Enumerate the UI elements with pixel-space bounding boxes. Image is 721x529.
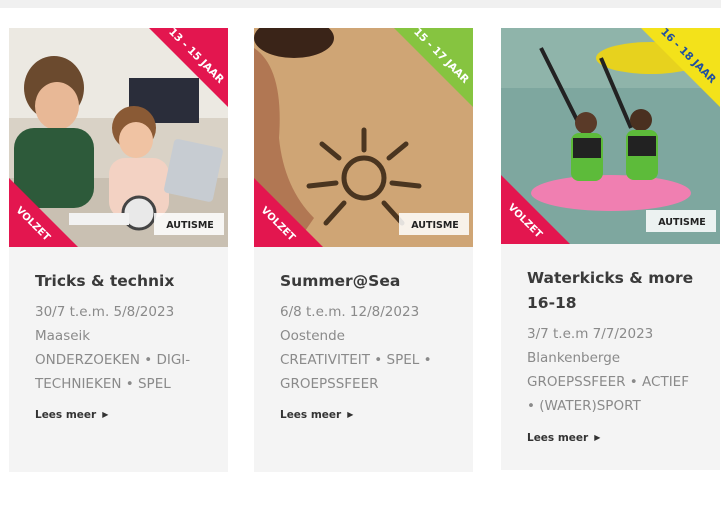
card-date: 3/7 t.e.m 7/7/2023 xyxy=(527,326,654,342)
card-meta: 30/7 t.e.m. 5/8/2023 Maaseik ONDERZOEKEN… xyxy=(35,300,218,396)
chevron-right-icon: ▶ xyxy=(347,410,354,419)
top-divider xyxy=(0,0,721,8)
autism-logo: AUTISME xyxy=(658,217,706,228)
card-tags: CREATIVITEIT • SPEL • xyxy=(280,352,432,368)
card-location: Maaseik xyxy=(35,328,91,344)
card-tags: GROEPSSFEER • ACTIEF xyxy=(527,374,689,390)
read-more-link[interactable]: Lees meer ▶ xyxy=(527,432,600,444)
chevron-right-icon: ▶ xyxy=(594,433,601,442)
read-more-link[interactable]: Lees meer ▶ xyxy=(35,409,108,421)
card-date: 30/7 t.e.m. 5/8/2023 xyxy=(35,304,175,320)
card-meta: 3/7 t.e.m 7/7/2023 Blankenberge GROEPSSF… xyxy=(527,322,710,418)
camp-photo[interactable]: 15 - 17 JAAR VOLZET AUTISME xyxy=(254,28,473,247)
card-tags: TECHNIEKEN • SPEL xyxy=(35,376,171,392)
card-title[interactable]: Waterkicks & more 16-18 xyxy=(527,266,706,316)
read-more-link[interactable]: Lees meer ▶ xyxy=(280,409,353,421)
card-title[interactable]: Tricks & technix xyxy=(35,269,214,294)
camp-photo[interactable]: 16 - 18 JAAR VOLZET AUTISME xyxy=(501,28,720,244)
card-location: Blankenberge xyxy=(527,350,621,366)
card-meta: 6/8 t.e.m. 12/8/2023 Oostende CREATIVITE… xyxy=(280,300,463,396)
autism-logo: AUTISME xyxy=(166,220,214,231)
card-tags: GROEPSSFEER xyxy=(280,376,379,392)
card-tags: ONDERZOEKEN • DIGI- xyxy=(35,352,191,368)
camp-card-summer-sea[interactable]: 15 - 17 JAAR VOLZET AUTISME Summer@Sea 6… xyxy=(254,28,473,472)
card-title[interactable]: Summer@Sea xyxy=(280,269,459,294)
card-location: Oostende xyxy=(280,328,345,344)
camp-card-tricks-technix[interactable]: 13 - 15 JAAR VOLZET AUTISME Tricks & tec… xyxy=(9,28,228,472)
card-tags: • (WATER)SPORT xyxy=(527,398,641,414)
card-date: 6/8 t.e.m. 12/8/2023 xyxy=(280,304,420,320)
camp-card-waterkicks[interactable]: 16 - 18 JAAR VOLZET AUTISME Waterkicks &… xyxy=(501,28,720,470)
camp-photo[interactable]: 13 - 15 JAAR VOLZET AUTISME xyxy=(9,28,228,247)
autism-logo: AUTISME xyxy=(411,220,459,231)
chevron-right-icon: ▶ xyxy=(102,410,109,419)
